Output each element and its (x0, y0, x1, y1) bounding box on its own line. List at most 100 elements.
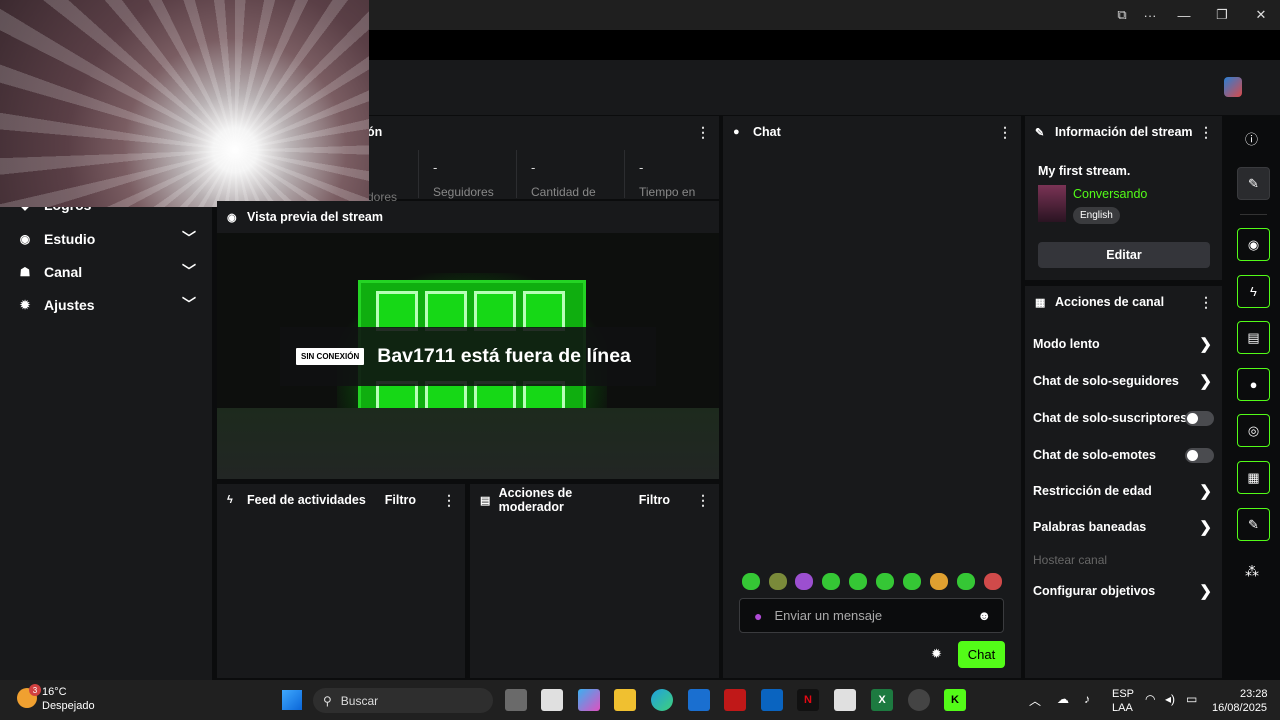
sidebar-item-label: Ajustes (44, 296, 95, 313)
info-icon[interactable]: ⓘ (1245, 129, 1258, 148)
emote-icon[interactable] (957, 573, 975, 590)
action-banned-words[interactable]: Palabras baneadas ❯ (1025, 509, 1222, 545)
emote-icon[interactable] (876, 573, 894, 590)
emote-icon[interactable] (849, 573, 867, 590)
chat-icon[interactable]: ● (1237, 368, 1270, 401)
camera-icon: ◉ (227, 211, 237, 224)
action-label: Chat de solo-emotes (1033, 448, 1156, 462)
more-options-icon[interactable]: ⋮ (696, 492, 710, 509)
sidebar-item-estudio[interactable]: ◉ Estudio ﹀ (0, 222, 212, 255)
camera-icon[interactable]: ◉ (1237, 228, 1270, 261)
app-icon[interactable] (834, 689, 856, 711)
emote-icon[interactable] (984, 573, 1002, 590)
action-followers-only[interactable]: Chat de solo-seguidores ❯ (1025, 363, 1222, 399)
chevron-up-icon[interactable]: ︿ (1029, 692, 1041, 709)
action-label: Chat de solo-seguidores (1033, 374, 1179, 388)
filter-button[interactable]: Filtro (639, 493, 670, 507)
taskbar-search[interactable]: ⚲ Buscar (313, 688, 493, 713)
outlook-icon[interactable] (761, 689, 783, 711)
more-options-icon[interactable]: ⋮ (1199, 124, 1213, 141)
stat-label: Cantidad de (531, 185, 596, 199)
wrench-icon[interactable]: ✎ (1237, 508, 1270, 541)
people-icon: ☗ (19, 264, 31, 279)
chat-input[interactable]: ● Enviar un mensaje ☻ (739, 598, 1004, 633)
sidebar-item-label: Canal (44, 263, 83, 280)
stat-card-time: - Tiempo en (624, 150, 719, 199)
edge-icon[interactable] (651, 689, 673, 711)
mcafee-icon[interactable] (724, 689, 746, 711)
feed-title: Feed de actividades (247, 493, 366, 507)
emotes-only-toggle[interactable] (1185, 448, 1214, 463)
emote-icon[interactable] (930, 573, 948, 590)
battery-icon[interactable]: ▭ (1186, 692, 1197, 706)
stream-category[interactable]: Conversando (1073, 187, 1147, 201)
activity-feed-panel: ϟ Feed de actividades Filtro ⋮ (217, 484, 465, 678)
document-icon[interactable]: ▤ (1237, 321, 1270, 354)
wifi-icon[interactable]: ◠ (1145, 692, 1155, 706)
lightning-icon: ϟ (227, 494, 233, 506)
filter-button[interactable]: Filtro (385, 493, 416, 507)
clock-time[interactable]: 23:28 (1240, 688, 1268, 700)
document-icon: ▤ (480, 494, 491, 507)
volume-icon[interactable]: ◂) (1165, 692, 1175, 706)
weather-badge: 3 (29, 684, 41, 696)
extension-logo-icon[interactable] (1224, 77, 1242, 97)
channel-icon[interactable]: ▦ (1237, 461, 1270, 494)
chat-settings-icon[interactable]: ✹ (931, 646, 942, 662)
search-icon: ⚲ (323, 693, 332, 708)
chat-title: Chat (753, 125, 781, 139)
camera-icon: ◉ (19, 231, 31, 246)
app-icon[interactable] (688, 689, 710, 711)
more-options-icon[interactable]: ⋮ (442, 492, 456, 509)
emote-icon[interactable] (822, 573, 840, 590)
language-bottom[interactable]: LAA (1112, 702, 1133, 714)
sidebar-item-canal[interactable]: ☗ Canal ﹀ (0, 255, 212, 288)
sidebar-item-label: Estudio (44, 230, 96, 247)
chat-send-button[interactable]: Chat (958, 641, 1005, 668)
stat-label: Tiempo en (639, 185, 696, 199)
emoji-icon[interactable]: ☻ (977, 608, 991, 623)
excel-icon[interactable]: X (871, 689, 893, 711)
more-options-icon[interactable]: ⋮ (998, 124, 1012, 141)
folder-icon[interactable] (614, 689, 636, 711)
more-options-icon[interactable]: ⋮ (696, 124, 710, 141)
microphone-icon[interactable]: ● (754, 608, 762, 624)
chevron-right-icon: ❯ (1199, 583, 1212, 600)
microphone-icon[interactable]: ♪ (1084, 692, 1090, 706)
apps-icon[interactable]: ⁂ (1245, 563, 1259, 580)
stream-title: My first stream. (1038, 164, 1131, 178)
stat-value: - (531, 160, 536, 175)
more-options-icon[interactable]: ⋮ (1199, 294, 1213, 311)
action-configure-goals[interactable]: Configurar objetivos ❯ (1025, 573, 1222, 609)
sidebar-item-ajustes[interactable]: ✹ Ajustes ﹀ (0, 288, 212, 321)
stream-info-title: Información del stream (1055, 125, 1193, 139)
webcam-overlay[interactable] (0, 0, 369, 207)
copilot-icon[interactable] (578, 689, 600, 711)
emote-icon[interactable] (742, 573, 760, 590)
channel-icon: ▦ (1035, 296, 1046, 309)
netflix-icon[interactable]: N (797, 689, 819, 711)
windows-start-icon[interactable] (282, 690, 302, 710)
close-button[interactable]: ✕ (1238, 0, 1280, 30)
offline-banner: SIN CONEXIÓN Bav1711 está fuera de línea (280, 327, 656, 386)
broadcast-icon[interactable]: ◎ (1237, 414, 1270, 447)
emote-icon[interactable] (795, 573, 813, 590)
task-view-icon[interactable] (505, 689, 527, 711)
action-age-restriction[interactable]: Restricción de edad ❯ (1025, 473, 1222, 509)
emote-icon[interactable] (903, 573, 921, 590)
action-emotes-only: Chat de solo-emotes (1025, 437, 1222, 473)
edit-button[interactable]: Editar (1038, 242, 1210, 268)
obs-icon[interactable] (908, 689, 930, 711)
kick-icon[interactable]: K (944, 689, 966, 711)
cloud-icon[interactable]: ☁ (1057, 692, 1069, 706)
lightning-icon[interactable]: ϟ (1237, 275, 1270, 308)
language-top[interactable]: ESP (1112, 688, 1134, 700)
action-label: Chat de solo-suscriptores (1033, 411, 1188, 425)
emote-icon[interactable] (769, 573, 787, 590)
widgets-icon[interactable] (541, 689, 563, 711)
action-slow-mode[interactable]: Modo lento ❯ (1025, 326, 1222, 362)
subscribers-only-toggle[interactable] (1185, 411, 1214, 426)
pencil-icon[interactable]: ✎ (1237, 167, 1270, 200)
clock-date[interactable]: 16/08/2025 (1212, 702, 1267, 714)
stat-card-count: - Cantidad de (516, 150, 624, 199)
